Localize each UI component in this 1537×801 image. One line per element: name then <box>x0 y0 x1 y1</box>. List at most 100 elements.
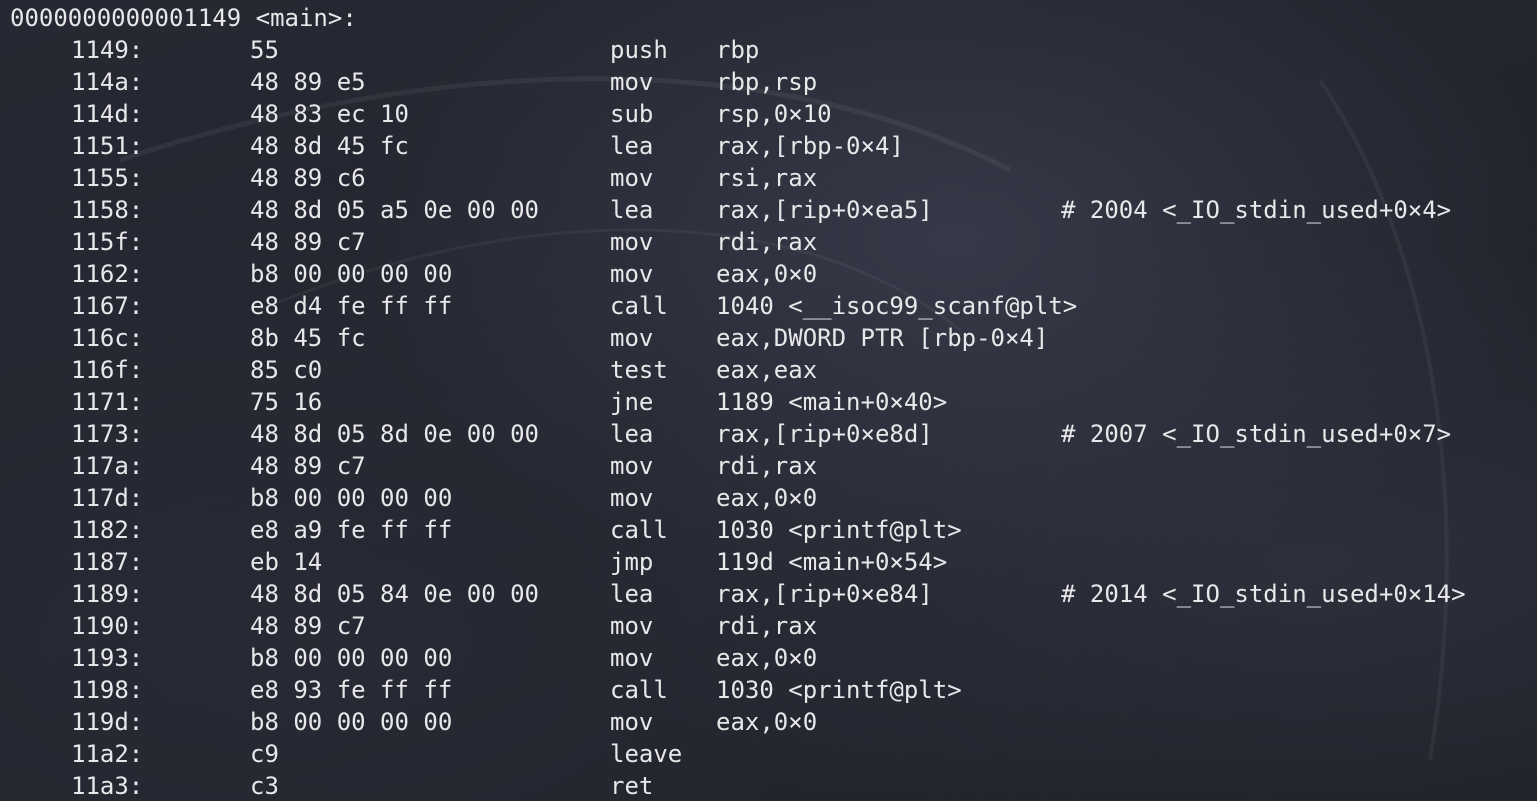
instruction-address: 1158: <box>71 196 144 224</box>
terminal-window[interactable]: 0000000000001149 <main>: 1149: 55 push rbp 1… <box>0 0 1537 801</box>
instruction-address: 114d: <box>71 100 144 128</box>
instruction-operands: rsi,rax <box>716 164 818 192</box>
instruction-bytes: 48 89 e5 <box>250 68 366 96</box>
instruction-mnemonic: call <box>610 516 668 544</box>
instruction-address: 1149: <box>71 36 144 64</box>
instruction-operands: eax,eax <box>716 356 818 384</box>
instruction-bytes: b8 00 00 00 00 <box>250 708 453 736</box>
instruction-mnemonic: mov <box>610 484 654 512</box>
instruction-bytes: b8 00 00 00 00 <box>250 260 453 288</box>
instruction-bytes: 48 89 c7 <box>250 228 366 256</box>
instruction-comment: # 2007 <_IO_stdin_used+0×7> <box>1061 420 1452 448</box>
instruction-address: 1182: <box>71 516 144 544</box>
instruction-address: 1189: <box>71 580 144 608</box>
instruction-bytes: 8b 45 fc <box>250 324 366 352</box>
instruction-mnemonic: mov <box>610 68 654 96</box>
instruction-address: 116f: <box>71 356 144 384</box>
instruction-bytes: e8 93 fe ff ff <box>250 676 453 704</box>
instruction-address: 1155: <box>71 164 144 192</box>
instruction-comment: # 2004 <_IO_stdin_used+0×4> <box>1061 196 1452 224</box>
instruction-operands: rdi,rax <box>716 612 818 640</box>
instruction-operands: 1030 <printf@plt> <box>716 676 962 704</box>
instruction-address: 11a2: <box>71 740 144 768</box>
instruction-address: 1173: <box>71 420 144 448</box>
instruction-address: 117d: <box>71 484 144 512</box>
instruction-address: 119d: <box>71 708 144 736</box>
instruction-operands: rax,[rip+0×e8d] <box>716 420 933 448</box>
instruction-bytes: 75 16 <box>250 388 323 416</box>
instruction-operands: rax,[rip+0×e84] <box>716 580 933 608</box>
instruction-operands: rbp,rsp <box>716 68 818 96</box>
instruction-bytes: 48 89 c7 <box>250 452 366 480</box>
instruction-mnemonic: lea <box>610 420 654 448</box>
instruction-bytes: 48 8d 05 a5 0e 00 00 <box>250 196 539 224</box>
instruction-comment: # 2014 <_IO_stdin_used+0×14> <box>1061 580 1466 608</box>
instruction-operands: rax,[rbp-0×4] <box>716 132 904 160</box>
instruction-mnemonic: mov <box>610 164 654 192</box>
instruction-address: 11a3: <box>71 772 144 800</box>
instruction-address: 1162: <box>71 260 144 288</box>
instruction-address: 1193: <box>71 644 144 672</box>
function-header: 0000000000001149 <main>: <box>10 4 357 32</box>
instruction-bytes: e8 d4 fe ff ff <box>250 292 453 320</box>
instruction-bytes: 48 89 c7 <box>250 612 366 640</box>
instruction-mnemonic: mov <box>610 228 654 256</box>
instruction-mnemonic: mov <box>610 260 654 288</box>
instruction-operands: rdi,rax <box>716 452 818 480</box>
instruction-mnemonic: call <box>610 676 668 704</box>
instruction-operands: eax,0×0 <box>716 484 818 512</box>
instruction-operands: rbp <box>716 36 760 64</box>
instruction-mnemonic: mov <box>610 708 654 736</box>
instruction-address: 114a: <box>71 68 144 96</box>
instruction-bytes: c9 <box>250 740 279 768</box>
instruction-address: 1187: <box>71 548 144 576</box>
instruction-bytes: e8 a9 fe ff ff <box>250 516 453 544</box>
instruction-operands: 1189 <main+0×40> <box>716 388 948 416</box>
instruction-operands: 1040 <__isoc99_scanf@plt> <box>716 292 1078 320</box>
instruction-bytes: b8 00 00 00 00 <box>250 644 453 672</box>
instruction-bytes: 55 <box>250 36 279 64</box>
instruction-operands: eax,0×0 <box>716 260 818 288</box>
instruction-address: 1151: <box>71 132 144 160</box>
instruction-bytes: 48 8d 05 84 0e 00 00 <box>250 580 539 608</box>
instruction-operands: eax,0×0 <box>716 708 818 736</box>
instruction-address: 116c: <box>71 324 144 352</box>
instruction-address: 1198: <box>71 676 144 704</box>
instruction-bytes: 48 8d 05 8d 0e 00 00 <box>250 420 539 448</box>
instruction-mnemonic: test <box>610 356 668 384</box>
instruction-mnemonic: mov <box>610 644 654 672</box>
instruction-operands: 119d <main+0×54> <box>716 548 948 576</box>
instruction-mnemonic: leave <box>610 740 683 768</box>
instruction-mnemonic: mov <box>610 612 654 640</box>
instruction-operands: eax,0×0 <box>716 644 818 672</box>
instruction-mnemonic: lea <box>610 580 654 608</box>
instruction-operands: rsp,0×10 <box>716 100 832 128</box>
disassembly-header: 0000000000001149 <main>: <box>0 2 357 34</box>
instruction-mnemonic: jmp <box>610 548 654 576</box>
instruction-mnemonic: mov <box>610 452 654 480</box>
instruction-bytes: 48 8d 45 fc <box>250 132 409 160</box>
instruction-bytes: 85 c0 <box>250 356 323 384</box>
instruction-mnemonic: lea <box>610 132 654 160</box>
instruction-bytes: 48 83 ec 10 <box>250 100 409 128</box>
instruction-bytes: b8 00 00 00 00 <box>250 484 453 512</box>
instruction-address: 1190: <box>71 612 144 640</box>
instruction-address: 117a: <box>71 452 144 480</box>
instruction-mnemonic: ret <box>610 772 654 800</box>
instruction-operands: 1030 <printf@plt> <box>716 516 962 544</box>
instruction-mnemonic: lea <box>610 196 654 224</box>
instruction-bytes: eb 14 <box>250 548 323 576</box>
instruction-mnemonic: sub <box>610 100 654 128</box>
instruction-bytes: 48 89 c6 <box>250 164 366 192</box>
instruction-address: 1167: <box>71 292 144 320</box>
instruction-mnemonic: mov <box>610 324 654 352</box>
instruction-operands: rax,[rip+0×ea5] <box>716 196 933 224</box>
instruction-address: 1171: <box>71 388 144 416</box>
instruction-address: 115f: <box>71 228 144 256</box>
instruction-mnemonic: jne <box>610 388 654 416</box>
instruction-operands: rdi,rax <box>716 228 818 256</box>
instruction-bytes: c3 <box>250 772 279 800</box>
instruction-mnemonic: call <box>610 292 668 320</box>
instruction-mnemonic: push <box>610 36 668 64</box>
instruction-operands: eax,DWORD PTR [rbp-0×4] <box>716 324 1049 352</box>
